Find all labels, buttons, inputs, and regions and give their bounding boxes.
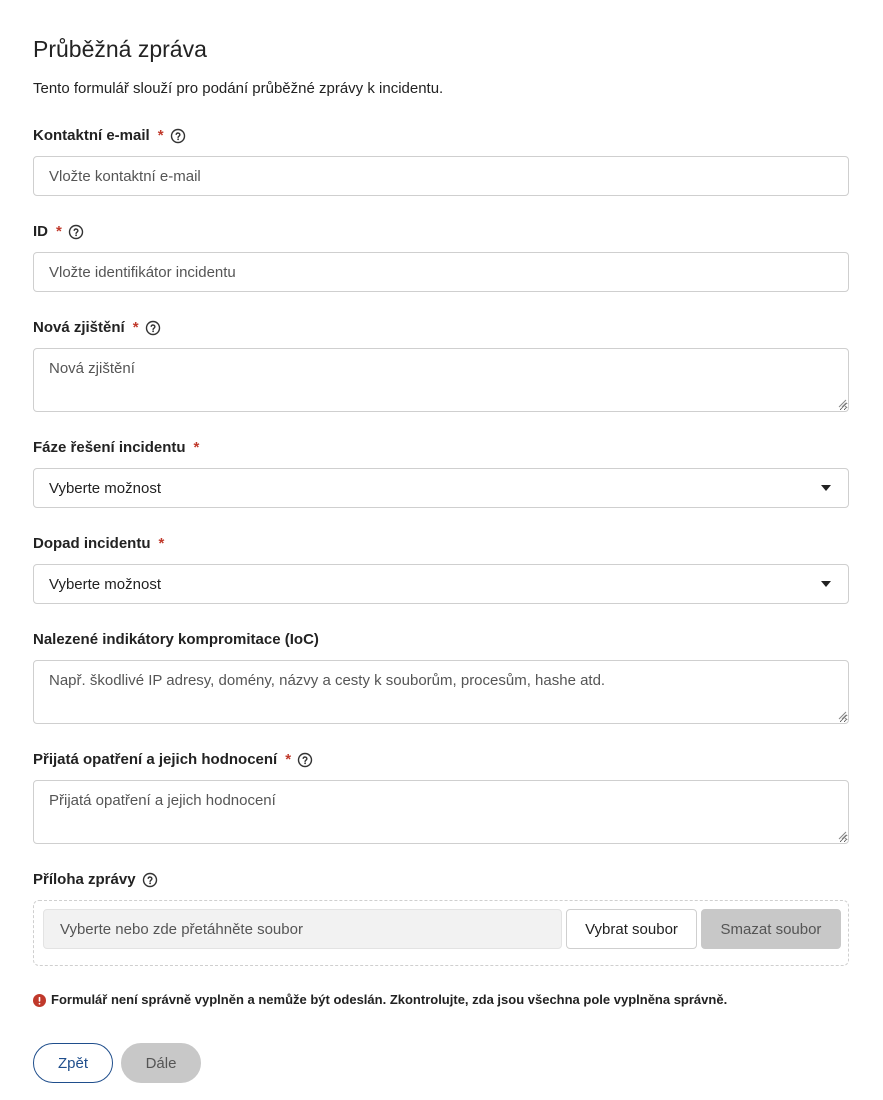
impact-select[interactable]: Vyberte možnost	[33, 564, 849, 604]
measures-label-text: Přijatá opatření a jejich hodnocení	[33, 751, 278, 768]
resize-grip-icon[interactable]	[838, 399, 847, 408]
form-description: Tento formulář slouží pro podání průběžn…	[33, 80, 444, 97]
ioc-label: Nalezené indikátory kompromitace (IoC)	[33, 630, 319, 650]
help-icon[interactable]	[68, 224, 84, 240]
choose-file-button[interactable]: Vybrat soubor	[566, 909, 697, 949]
required-mark: *	[132, 319, 139, 336]
ioc-textarea[interactable]	[33, 660, 849, 724]
phase-select-value: Vyberte možnost	[49, 479, 161, 497]
help-icon[interactable]	[170, 128, 186, 144]
file-name-display[interactable]: Vyberte nebo zde přetáhněte soubor	[43, 909, 562, 949]
phase-label-text: Fáze řešení incidentu	[33, 439, 186, 456]
email-input[interactable]	[33, 156, 849, 196]
help-icon[interactable]	[142, 872, 158, 888]
required-mark: *	[193, 439, 200, 456]
required-mark: *	[158, 535, 165, 552]
resize-grip-icon[interactable]	[838, 711, 847, 720]
email-label: Kontaktní e-mail *	[33, 126, 186, 146]
phase-select[interactable]: Vyberte možnost	[33, 468, 849, 508]
id-label-text: ID	[33, 223, 48, 240]
measures-textarea[interactable]	[33, 780, 849, 844]
attachment-label-text: Příloha zprávy	[33, 871, 136, 888]
next-button[interactable]: Dále	[121, 1043, 201, 1083]
required-mark: *	[285, 751, 292, 768]
help-icon[interactable]	[297, 752, 313, 768]
exclamation-circle-icon	[33, 993, 46, 1007]
impact-label: Dopad incidentu *	[33, 534, 164, 554]
findings-textarea[interactable]	[33, 348, 849, 412]
incident-id-input[interactable]	[33, 252, 849, 292]
page-title: Průběžná zpráva	[33, 36, 207, 62]
ioc-label-text: Nalezené indikátory kompromitace (IoC)	[33, 631, 319, 648]
required-mark: *	[157, 127, 164, 144]
caret-down-icon	[821, 581, 831, 587]
resize-grip-icon[interactable]	[838, 831, 847, 840]
impact-label-text: Dopad incidentu	[33, 535, 151, 552]
email-label-text: Kontaktní e-mail	[33, 127, 150, 144]
help-icon[interactable]	[145, 320, 161, 336]
id-label: ID *	[33, 222, 84, 242]
required-mark: *	[56, 223, 62, 240]
error-text: Formulář není správně vyplněn a nemůže b…	[51, 992, 728, 1007]
back-button[interactable]: Zpět	[33, 1043, 113, 1083]
impact-select-value: Vyberte možnost	[49, 575, 161, 593]
file-dropzone[interactable]: Vyberte nebo zde přetáhněte soubor Vybra…	[33, 900, 849, 966]
findings-label: Nová zjištění *	[33, 318, 161, 338]
caret-down-icon	[821, 485, 831, 491]
phase-label: Fáze řešení incidentu *	[33, 438, 199, 458]
clear-file-button[interactable]: Smazat soubor	[701, 909, 841, 949]
form-error-message: Formulář není správně vyplněn a nemůže b…	[33, 991, 727, 1009]
findings-label-text: Nová zjištění	[33, 319, 125, 336]
measures-label: Přijatá opatření a jejich hodnocení *	[33, 750, 313, 770]
attachment-label: Příloha zprávy	[33, 870, 158, 890]
